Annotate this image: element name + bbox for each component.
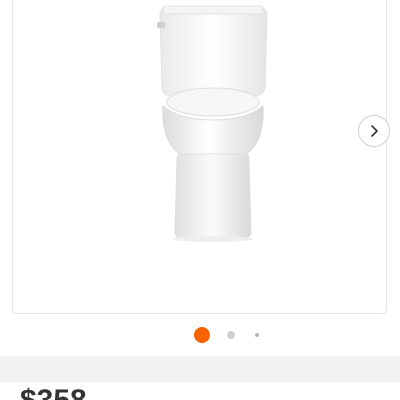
product-price: $358 — [20, 386, 87, 400]
product-page: $358 — [0, 0, 400, 400]
product-image-card — [12, 0, 390, 314]
section-divider — [0, 356, 400, 382]
next-image-button[interactable] — [358, 115, 390, 147]
carousel-dot-2[interactable] — [227, 331, 235, 339]
toilet-product-image[interactable] — [143, 0, 283, 246]
carousel-dot-1[interactable] — [194, 327, 210, 343]
carousel-dot-3[interactable] — [255, 333, 259, 337]
chevron-right-icon — [371, 125, 378, 137]
carousel-pagination — [0, 326, 400, 344]
